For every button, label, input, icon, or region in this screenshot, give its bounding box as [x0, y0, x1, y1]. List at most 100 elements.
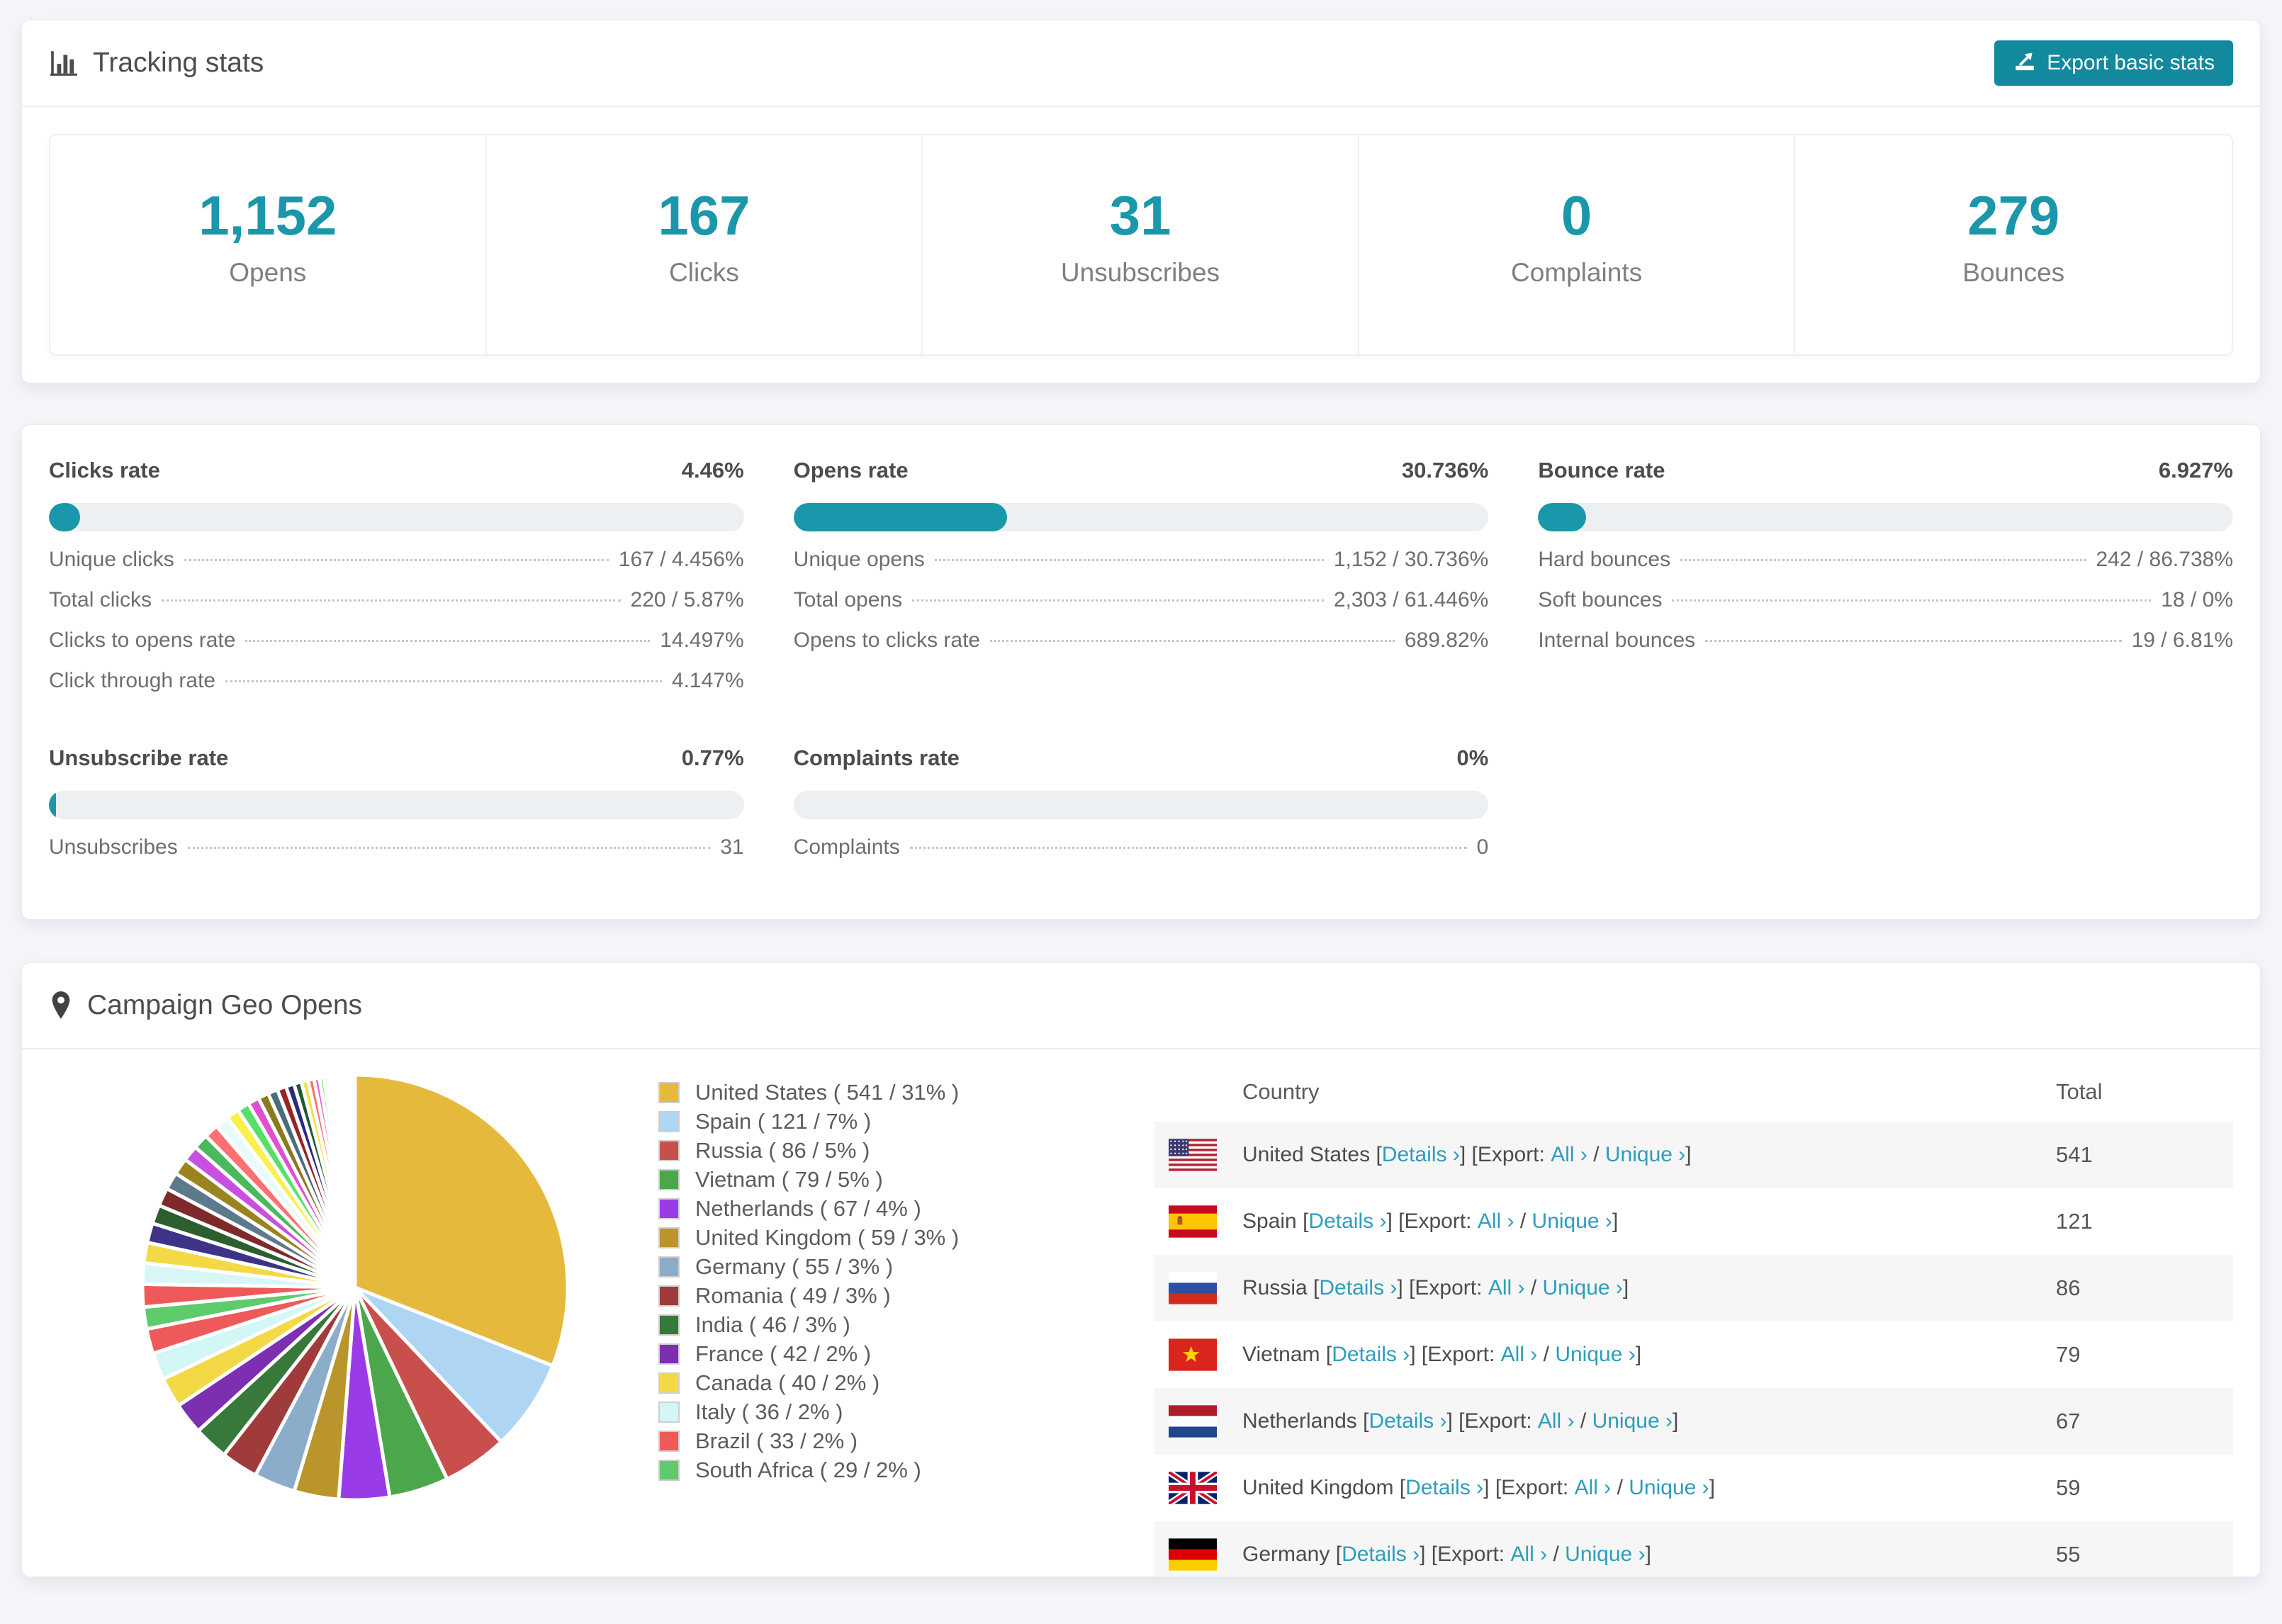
country-name: Vietnam [1242, 1343, 1326, 1366]
geo-table-row: Spain [Details ›] [Export: All › / Uniqu… [1154, 1188, 2233, 1255]
opens-rate-block: Opens rate 30.736% Unique opens 1,152 / … [793, 458, 1489, 693]
legend-swatch [658, 1285, 680, 1307]
pie-legend: United States ( 541 / 31% ) Spain ( 121 … [658, 1078, 1055, 1577]
map-pin-icon [49, 989, 73, 1022]
campaign-geo-opens-panel: Campaign Geo Opens United States ( 541 /… [21, 962, 2261, 1577]
geo-table-header: Country Total [1154, 1062, 2233, 1122]
legend-item: Vietnam ( 79 / 5% ) [658, 1165, 1055, 1194]
details-link[interactable]: Details › [1405, 1476, 1483, 1500]
complaints-rate-block: Complaints rate 0% Complaints 0 [793, 745, 1489, 859]
legend-swatch [658, 1459, 680, 1481]
export-unique-link[interactable]: Unique › [1555, 1343, 1635, 1367]
tracking-stats-title: Tracking stats [49, 47, 264, 79]
pie-slice[interactable] [352, 1073, 357, 1290]
country-total: 541 [2056, 1142, 2093, 1167]
dotted-leader [990, 640, 1395, 642]
export-unique-link[interactable]: Unique › [1605, 1143, 1685, 1167]
unsubscribe-rate-bar [49, 791, 744, 819]
stat-unsubscribes-value: 31 [1109, 184, 1171, 247]
export-all-link[interactable]: All › [1488, 1276, 1525, 1300]
country-name: Spain [1242, 1209, 1303, 1233]
export-unique-link[interactable]: Unique › [1592, 1409, 1673, 1433]
flag-us-icon [1169, 1139, 1217, 1171]
export-basic-stats-button[interactable]: Export basic stats [1994, 40, 2233, 86]
rate-detail-label: Internal bounces [1538, 628, 1696, 652]
unsubscribe-rate-value: 0.77% [681, 745, 744, 770]
export-unique-link[interactable]: Unique › [1565, 1543, 1645, 1567]
legend-swatch [658, 1110, 680, 1132]
export-all-link[interactable]: All › [1478, 1209, 1514, 1234]
clicks-rate-bar-fill [49, 503, 80, 531]
geo-panel-title: Campaign Geo Opens [49, 989, 362, 1022]
country-name: Russia [1242, 1276, 1314, 1299]
legend-item: Netherlands ( 67 / 4% ) [658, 1194, 1055, 1223]
export-all-link[interactable]: All › [1551, 1143, 1587, 1167]
rate-detail-row: Soft bounces 18 / 0% [1538, 588, 2233, 612]
flag-de-icon [1169, 1538, 1217, 1571]
dotted-leader [162, 599, 621, 602]
country-name: United Kingdom [1242, 1476, 1400, 1499]
rate-detail-row: Unique clicks 167 / 4.456% [49, 548, 744, 572]
legend-label: Germany ( 55 / 3% ) [695, 1253, 894, 1279]
legend-label: Netherlands ( 67 / 4% ) [695, 1195, 921, 1221]
rate-detail-value: 167 / 4.456% [618, 548, 744, 571]
details-link[interactable]: Details › [1332, 1343, 1410, 1367]
legend-label: Italy ( 36 / 2% ) [695, 1399, 843, 1424]
stat-bounces: 279 Bounces [1795, 135, 2232, 354]
dotted-leader [912, 599, 1324, 602]
country-total: 121 [2056, 1209, 2093, 1234]
legend-swatch [658, 1343, 680, 1365]
legend-item: Germany ( 55 / 3% ) [658, 1252, 1055, 1281]
legend-swatch [658, 1168, 680, 1190]
dotted-leader [934, 559, 1324, 561]
legend-label: Vietnam ( 79 / 5% ) [695, 1166, 883, 1192]
complaints-rate-bar [793, 791, 1489, 819]
stat-complaints: 0 Complaints [1359, 135, 1796, 354]
rate-detail-value: 0 [1476, 835, 1489, 859]
export-all-link[interactable]: All › [1501, 1343, 1538, 1367]
summary-stats-row: 1,152 Opens 167 Clicks 31 Unsubscribes 0… [49, 134, 2233, 356]
rate-detail-value: 2,303 / 61.446% [1333, 588, 1489, 611]
legend-label: South Africa ( 29 / 2% ) [695, 1457, 921, 1482]
export-unique-link[interactable]: Unique › [1629, 1476, 1709, 1500]
stat-unsubscribes-label: Unsubscribes [1060, 258, 1220, 287]
geo-table-row: United Kingdom [Details ›] [Export: All … [1154, 1455, 2233, 1521]
details-link[interactable]: Details › [1342, 1543, 1420, 1567]
rate-detail-row: Opens to clicks rate 689.82% [794, 628, 1489, 653]
country-name: Germany [1242, 1543, 1336, 1566]
clicks-rate-bar [49, 503, 744, 531]
clicks-rate-value: 4.46% [681, 458, 744, 483]
stat-clicks-value: 167 [658, 184, 751, 247]
export-unique-link[interactable]: Unique › [1543, 1276, 1623, 1300]
stat-opens-label: Opens [229, 258, 307, 287]
legend-swatch [658, 1372, 680, 1394]
dotted-leader [909, 847, 1467, 849]
legend-item: United Kingdom ( 59 / 3% ) [658, 1223, 1055, 1252]
details-link[interactable]: Details › [1319, 1276, 1397, 1300]
rate-detail-row: Unique opens 1,152 / 30.736% [794, 548, 1489, 572]
bounce-rate-bar [1538, 503, 2233, 531]
dotted-leader [1672, 599, 2152, 602]
opens-rate-bar-fill [793, 503, 1008, 531]
rate-detail-row: Hard bounces 242 / 86.738% [1538, 548, 2233, 572]
rate-detail-value: 4.147% [671, 669, 744, 692]
export-all-link[interactable]: All › [1510, 1543, 1547, 1567]
details-link[interactable]: Details › [1308, 1209, 1386, 1234]
details-link[interactable]: Details › [1368, 1409, 1446, 1433]
rate-detail-label: Unique opens [793, 548, 925, 571]
legend-label: Canada ( 40 / 2% ) [695, 1370, 880, 1395]
flag-nl-icon [1169, 1405, 1217, 1438]
export-all-link[interactable]: All › [1575, 1476, 1612, 1500]
rate-detail-label: Total opens [793, 588, 903, 611]
legend-swatch [658, 1430, 680, 1452]
bar-chart-icon [49, 48, 79, 78]
rates-panel: Clicks rate 4.46% Unique clicks 167 / 4.… [21, 424, 2261, 920]
stat-bounces-label: Bounces [1962, 258, 2065, 287]
export-unique-link[interactable]: Unique › [1532, 1209, 1612, 1234]
details-link[interactable]: Details › [1382, 1143, 1460, 1167]
tracking-stats-panel: Tracking stats Export basic stats 1,152 … [21, 20, 2261, 383]
dotted-leader [187, 847, 711, 849]
stat-opens: 1,152 Opens [50, 135, 487, 354]
country-total: 55 [2056, 1542, 2081, 1567]
export-all-link[interactable]: All › [1538, 1409, 1575, 1433]
